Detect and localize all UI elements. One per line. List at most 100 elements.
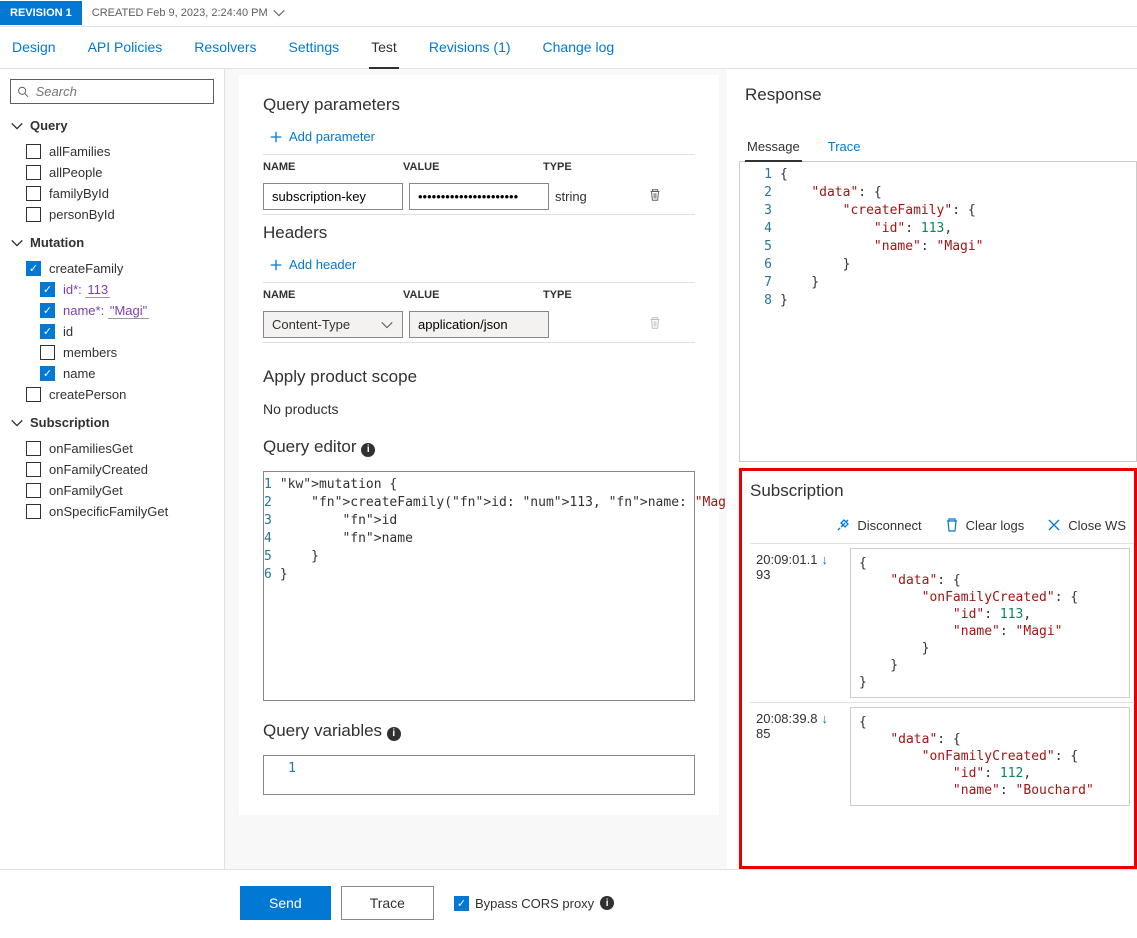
col-type: TYPE xyxy=(543,289,623,301)
variables-editor[interactable]: 1 xyxy=(263,755,695,795)
log-row[interactable]: 20:09:01.193 ↓{ "data": { "onFamilyCreat… xyxy=(750,543,1134,702)
section-mutation-label: Mutation xyxy=(30,235,84,250)
label: members xyxy=(63,345,117,360)
label: name*: xyxy=(63,303,104,318)
item-personbyid[interactable]: personById xyxy=(10,204,214,225)
clear-logs-button[interactable]: Clear logs xyxy=(944,517,1025,533)
section-query-label: Query xyxy=(30,118,68,133)
tab-api-policies[interactable]: API Policies xyxy=(86,27,165,68)
header-row: Content-Type xyxy=(263,307,695,343)
subscription-title: Subscription xyxy=(750,477,1134,511)
trace-button[interactable]: Trace xyxy=(341,886,434,920)
revision-badge: REVISION 1 xyxy=(0,1,82,25)
label: onFamiliesGet xyxy=(49,441,133,456)
tab-message[interactable]: Message xyxy=(745,133,802,162)
item-cf-field-name[interactable]: ✓name xyxy=(10,363,214,384)
item-onspecificfamilyget[interactable]: onSpecificFamilyGet xyxy=(10,501,214,522)
log-row[interactable]: 20:08:39.885 ↓{ "data": { "onFamilyCreat… xyxy=(750,702,1134,810)
editor-code[interactable]: "kw">mutation { "fn">createFamily("fn">i… xyxy=(280,472,727,700)
col-type: TYPE xyxy=(543,161,623,173)
response-code: { "data": { "createFamily": { "id": 113,… xyxy=(780,162,984,461)
trash-icon xyxy=(648,188,662,202)
chevron-down-icon xyxy=(10,119,24,133)
revision-created[interactable]: CREATED Feb 9, 2023, 2:24:40 PM xyxy=(82,0,296,26)
tab-trace[interactable]: Trace xyxy=(826,133,863,161)
label: onFamilyGet xyxy=(49,483,123,498)
label: Add header xyxy=(289,257,356,272)
chevron-down-icon xyxy=(10,416,24,430)
info-icon[interactable]: i xyxy=(361,443,375,457)
tab-resolvers[interactable]: Resolvers xyxy=(192,27,258,68)
item-cf-field-members[interactable]: members xyxy=(10,342,214,363)
item-onfamilycreated[interactable]: onFamilyCreated xyxy=(10,459,214,480)
item-createfamily[interactable]: ✓createFamily xyxy=(10,258,214,279)
query-editor[interactable]: 123456 "kw">mutation { "fn">createFamily… xyxy=(263,471,695,701)
center-panel: Query parameters Add parameter NAME VALU… xyxy=(225,69,727,869)
item-familybyid[interactable]: familyById xyxy=(10,183,214,204)
label: id*: xyxy=(63,282,82,297)
label: createFamily xyxy=(49,261,123,276)
query-variables-title: Query variables i xyxy=(263,721,695,741)
item-onfamilyget[interactable]: onFamilyGet xyxy=(10,480,214,501)
section-query[interactable]: Query xyxy=(10,118,214,133)
id-value[interactable]: 113 xyxy=(85,282,110,298)
label: onSpecificFamilyGet xyxy=(49,504,168,519)
no-products-text: No products xyxy=(263,401,695,417)
item-createperson[interactable]: createPerson xyxy=(10,384,214,405)
label: Clear logs xyxy=(966,518,1025,533)
item-cf-field-id[interactable]: ✓id xyxy=(10,321,214,342)
editor-gutter: 1 xyxy=(264,756,304,794)
search-box[interactable] xyxy=(10,79,214,104)
response-gutter: 12345678 xyxy=(740,162,780,461)
query-params-title: Query parameters xyxy=(263,95,695,115)
tab-settings[interactable]: Settings xyxy=(287,27,342,68)
item-cf-id-arg[interactable]: ✓id*: 113 xyxy=(10,279,214,300)
item-cf-name-arg[interactable]: ✓name*: "Magi" xyxy=(10,300,214,321)
section-subscription[interactable]: Subscription xyxy=(10,415,214,430)
tab-design[interactable]: Design xyxy=(10,27,58,68)
chevron-down-icon xyxy=(380,318,394,332)
tab-test[interactable]: Test xyxy=(369,27,399,69)
header-value-input[interactable] xyxy=(409,311,549,338)
sidebar: Query allFamilies allPeople familyById p… xyxy=(0,69,225,869)
add-header-button[interactable]: Add header xyxy=(269,257,695,272)
add-parameter-button[interactable]: Add parameter xyxy=(269,129,695,144)
disconnect-button[interactable]: Disconnect xyxy=(835,517,921,533)
disconnect-icon xyxy=(835,517,851,533)
scope-title: Apply product scope xyxy=(263,367,695,387)
close-icon xyxy=(1046,517,1062,533)
headers-title: Headers xyxy=(263,223,695,243)
log-timestamp: 20:08:39.885 ↓ xyxy=(750,703,850,810)
param-name-input[interactable] xyxy=(263,183,403,210)
arrow-down-icon: ↓ xyxy=(821,552,828,567)
tab-changelog[interactable]: Change log xyxy=(541,27,617,68)
label: Bypass CORS proxy xyxy=(475,896,594,911)
col-name: NAME xyxy=(263,289,403,301)
param-row: string xyxy=(263,179,695,215)
label: personById xyxy=(49,207,115,222)
bypass-cors[interactable]: ✓ Bypass CORS proxy i xyxy=(454,896,614,911)
delete-param-button[interactable] xyxy=(648,190,662,205)
close-ws-button[interactable]: Close WS xyxy=(1046,517,1126,533)
section-mutation[interactable]: Mutation xyxy=(10,235,214,250)
arrow-down-icon: ↓ xyxy=(821,711,828,726)
trash-icon xyxy=(648,316,662,330)
headers-header: NAME VALUE TYPE xyxy=(263,282,695,307)
item-allfamilies[interactable]: allFamilies xyxy=(10,141,214,162)
label: Disconnect xyxy=(857,518,921,533)
name-value[interactable]: "Magi" xyxy=(108,303,149,319)
revision-bar: REVISION 1 CREATED Feb 9, 2023, 2:24:40 … xyxy=(0,0,1137,27)
info-icon[interactable]: i xyxy=(600,896,614,910)
response-body[interactable]: 12345678 { "data": { "createFamily": { "… xyxy=(739,162,1137,462)
info-icon[interactable]: i xyxy=(387,727,401,741)
search-input[interactable] xyxy=(36,84,207,99)
revision-created-text: CREATED Feb 9, 2023, 2:24:40 PM xyxy=(92,7,268,19)
footer: Send Trace ✓ Bypass CORS proxy i xyxy=(0,869,1137,936)
item-allpeople[interactable]: allPeople xyxy=(10,162,214,183)
editor-gutter: 123456 xyxy=(264,472,280,700)
param-value-input[interactable] xyxy=(409,183,549,210)
send-button[interactable]: Send xyxy=(240,886,331,920)
header-name-select[interactable]: Content-Type xyxy=(263,311,403,338)
item-onfamiliesget[interactable]: onFamiliesGet xyxy=(10,438,214,459)
tab-revisions[interactable]: Revisions (1) xyxy=(427,27,513,68)
